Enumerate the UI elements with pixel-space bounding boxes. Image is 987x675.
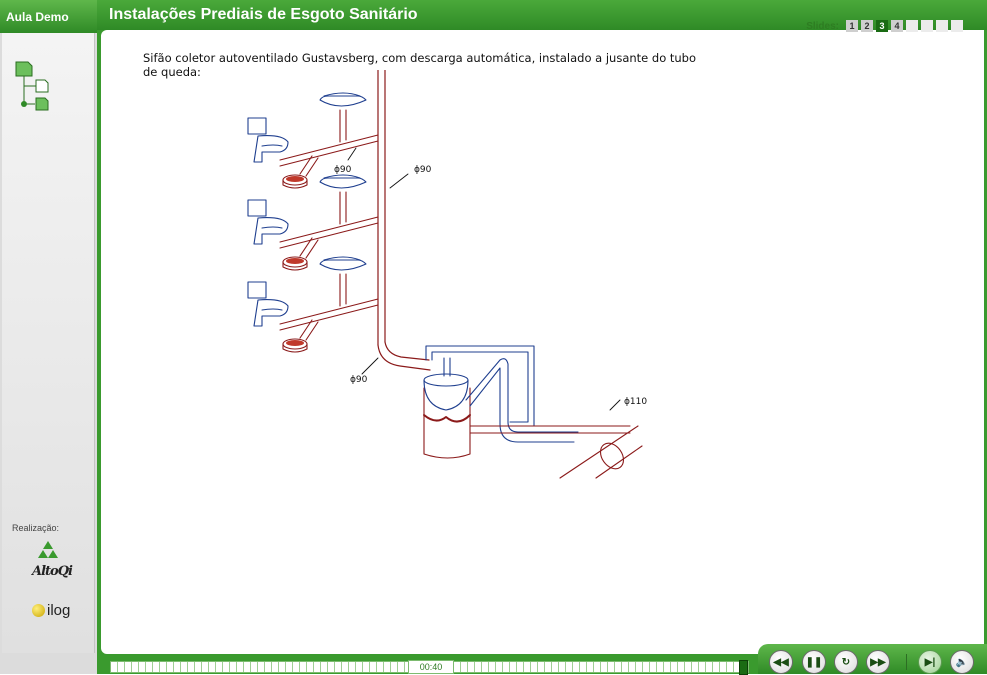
pause-button[interactable]: ❚❚ [802, 650, 826, 674]
plumbing-diagram: ϕ90 ϕ90 ϕ90 ϕ110 [247, 70, 647, 479]
elapsed-time: 00:40 [408, 660, 454, 674]
skip-end-button[interactable]: ▶| [918, 650, 942, 674]
altoqi-logo-text: AltoQi [32, 564, 73, 579]
tree-node-page-icon[interactable] [35, 79, 49, 93]
slide-navigator: Slides: 1 2 3 4 [806, 20, 963, 32]
slide-button-6[interactable] [921, 20, 933, 32]
tree-node-current-icon[interactable] [35, 97, 49, 111]
slide-button-5[interactable] [906, 20, 918, 32]
slide-button-3[interactable]: 3 [876, 20, 888, 32]
skip-end-icon: ▶| [924, 656, 936, 668]
volume-icon: 🔈 [955, 656, 969, 668]
tree-node-root-icon[interactable] [15, 61, 33, 77]
slides-label: Slides: [806, 20, 839, 32]
siphon-tank [423, 387, 471, 459]
floor-1 [247, 256, 379, 353]
replay-button[interactable]: ↻ [834, 650, 858, 674]
sidebar-title: Aula Demo [6, 10, 69, 24]
progress-handle[interactable] [738, 660, 748, 675]
fast-forward-button[interactable]: ▶▶ [866, 650, 890, 674]
volume-button[interactable]: 🔈 [950, 650, 974, 674]
siphon-bell [423, 345, 579, 443]
outlet-pipe [469, 425, 643, 479]
diameter-label-branch: ϕ90 [334, 165, 352, 175]
slide-button-1[interactable]: 1 [846, 20, 858, 32]
credits-label: Realização: [12, 523, 60, 533]
floor-3 [247, 92, 379, 189]
pause-icon: ❚❚ [805, 656, 823, 668]
rewind-button[interactable]: ◀◀ [769, 650, 793, 674]
slide-button-4[interactable]: 4 [891, 20, 903, 32]
sidebar-header: Aula Demo [0, 0, 97, 33]
rewind-icon: ◀◀ [773, 656, 789, 668]
ilog-logo-text: ilog [47, 602, 71, 619]
controls-divider [906, 654, 907, 670]
replay-icon: ↻ [841, 656, 851, 668]
page-title: Instalações Prediais de Esgoto Sanitário [109, 6, 418, 23]
slide-button-2[interactable]: 2 [861, 20, 873, 32]
fast-forward-icon: ▶▶ [870, 656, 886, 668]
current-node-dot-icon [21, 101, 27, 107]
navigation-tree[interactable] [14, 60, 54, 116]
diameter-label-base: ϕ90 [350, 375, 368, 385]
diameter-label-outlet: ϕ110 [624, 397, 647, 407]
floor-2 [247, 174, 379, 271]
ilog-dot-icon [32, 604, 45, 617]
altoqi-logo: AltoQi [32, 540, 76, 582]
ilog-logo: ilog [32, 602, 70, 619]
slide-button-8[interactable] [951, 20, 963, 32]
slide-button-7[interactable] [936, 20, 948, 32]
diameter-label-stack: ϕ90 [414, 165, 432, 175]
drain-stack [377, 70, 431, 371]
altoqi-mark-icon [38, 541, 58, 558]
